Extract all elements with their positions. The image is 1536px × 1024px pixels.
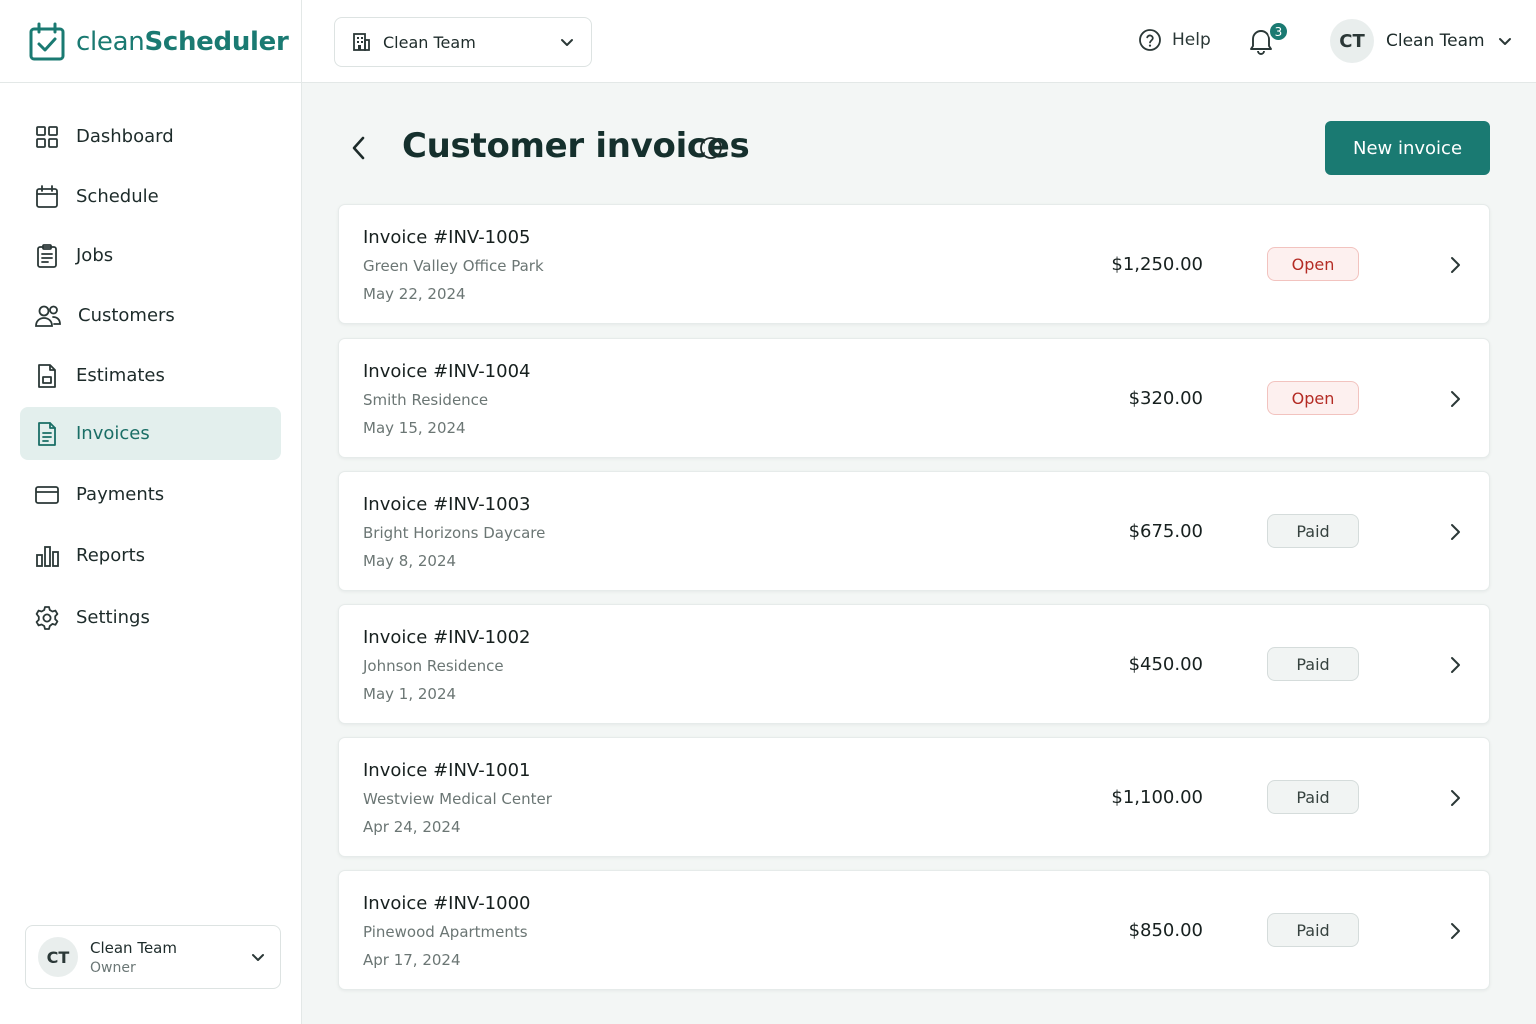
status-badge: Paid (1267, 780, 1359, 814)
invoice-customer: Westview Medical Center (363, 790, 552, 808)
invoice-card[interactable]: Invoice #INV-1002 Johnson Residence May … (338, 604, 1490, 724)
invoice-number: Invoice #INV-1003 (363, 494, 531, 515)
invoice-date: May 8, 2024 (363, 552, 457, 570)
sidebar-item-label: Reports (76, 545, 146, 566)
team-select[interactable]: Clean Team (334, 17, 592, 67)
sidebar-item-settings[interactable]: Settings (20, 591, 281, 644)
chevron-right-icon (1451, 790, 1460, 806)
sidebar-item-reports[interactable]: Reports (20, 529, 281, 582)
invoice-number: Invoice #INV-1004 (363, 361, 531, 382)
invoice-number: Invoice #INV-1002 (363, 627, 531, 648)
user-role: Owner (90, 959, 136, 976)
sidebar-item-jobs[interactable]: Jobs (20, 229, 281, 282)
invoice-amount: $675.00 (1128, 521, 1203, 542)
sidebar: Dashboard Schedule Jobs Customers Estima… (0, 83, 302, 1024)
sidebar-item-label: Dashboard (76, 126, 174, 147)
sidebar-item-label: Payments (76, 484, 165, 505)
invoice-amount: $850.00 (1128, 920, 1203, 941)
invoice-number: Invoice #INV-1000 (363, 893, 531, 914)
notification-count-badge: 3 (1268, 21, 1289, 42)
chevron-right-icon (1451, 923, 1460, 939)
sidebar-item-label: Customers (78, 305, 175, 326)
chevron-right-icon (1451, 391, 1460, 407)
profile-name: Clean Team (1386, 31, 1485, 51)
chevron-right-icon (1451, 657, 1460, 673)
status-badge: Paid (1267, 514, 1359, 548)
info-icon[interactable] (699, 136, 723, 164)
invoice-amount: $450.00 (1128, 654, 1203, 675)
notifications-button[interactable]: 3 (1248, 21, 1289, 57)
avatar: CT (38, 937, 78, 977)
building-icon (353, 33, 370, 51)
status-badge: Open (1267, 381, 1359, 415)
help-link[interactable]: Help (1138, 28, 1211, 52)
invoice-date: May 1, 2024 (363, 685, 457, 703)
invoice-card[interactable]: Invoice #INV-1004 Smith Residence May 15… (338, 338, 1490, 458)
calendar-check-icon (29, 22, 65, 60)
top-bar: cleanScheduler Clean Team Help 3 CT Clea… (0, 0, 1536, 83)
status-badge: Paid (1267, 913, 1359, 947)
invoice-date: Apr 17, 2024 (363, 951, 461, 969)
invoice-card[interactable]: Invoice #INV-1001 Westview Medical Cente… (338, 737, 1490, 857)
invoice-number: Invoice #INV-1001 (363, 760, 531, 781)
user-account-card[interactable]: CT Clean Team Owner (25, 925, 281, 989)
sidebar-item-customers[interactable]: Customers (20, 289, 281, 342)
invoice-number: Invoice #INV-1005 (363, 227, 531, 248)
card-icon (35, 485, 59, 504)
sidebar-item-label: Estimates (76, 365, 165, 386)
invoice-customer: Pinewood Apartments (363, 923, 528, 941)
invoice-date: May 22, 2024 (363, 285, 466, 303)
sidebar-item-label: Settings (76, 607, 150, 628)
back-button[interactable] (342, 130, 376, 166)
chevron-down-icon (1498, 38, 1511, 45)
user-name: Clean Team (90, 938, 177, 957)
invoice-card[interactable]: Invoice #INV-1005 Green Valley Office Pa… (338, 204, 1490, 324)
sidebar-item-payments[interactable]: Payments (20, 468, 281, 521)
chevron-left-icon (352, 136, 365, 160)
sidebar-item-invoices[interactable]: Invoices (20, 407, 281, 460)
grid-icon (36, 125, 58, 148)
status-badge: Open (1267, 247, 1359, 281)
team-select-value: Clean Team (383, 32, 476, 52)
brand-logo[interactable]: cleanScheduler (0, 0, 302, 83)
chevron-right-icon (1451, 524, 1460, 540)
invoice-customer: Bright Horizons Daycare (363, 524, 546, 542)
invoice-date: May 15, 2024 (363, 419, 466, 437)
sidebar-item-schedule[interactable]: Schedule (20, 170, 281, 223)
invoice-card[interactable]: Invoice #INV-1000 Pinewood Apartments Ap… (338, 870, 1490, 990)
gear-icon (35, 605, 59, 630)
new-invoice-button[interactable]: New invoice (1325, 121, 1490, 175)
clipboard-icon (37, 243, 57, 268)
sidebar-item-label: Invoices (76, 423, 150, 444)
invoice-customer: Green Valley Office Park (363, 257, 544, 275)
invoice-amount: $320.00 (1128, 388, 1203, 409)
users-icon (35, 305, 61, 327)
sidebar-item-label: Jobs (76, 245, 114, 266)
invoice-customer: Smith Residence (363, 391, 489, 409)
brand-name: cleanScheduler (76, 26, 289, 57)
bar-chart-icon (36, 545, 59, 567)
help-label: Help (1172, 30, 1211, 50)
document-icon (38, 363, 56, 388)
invoice-customer: Johnson Residence (363, 657, 504, 675)
invoice-icon (38, 421, 56, 446)
help-circle-icon (1139, 29, 1161, 51)
status-badge: Paid (1267, 647, 1359, 681)
chevron-down-icon (561, 39, 573, 46)
calendar-icon (36, 184, 58, 208)
profile-menu[interactable]: CT Clean Team (1330, 19, 1513, 63)
invoice-card[interactable]: Invoice #INV-1003 Bright Horizons Daycar… (338, 471, 1490, 591)
page-title: Customer invoices (402, 126, 750, 166)
sidebar-item-label: Schedule (76, 186, 159, 207)
sidebar-item-estimates[interactable]: Estimates (20, 349, 281, 402)
invoice-amount: $1,250.00 (1111, 254, 1203, 275)
invoice-date: Apr 24, 2024 (363, 818, 461, 836)
chevron-right-icon (1451, 257, 1460, 273)
sidebar-item-dashboard[interactable]: Dashboard (20, 110, 281, 163)
avatar: CT (1330, 19, 1374, 63)
invoice-amount: $1,100.00 (1111, 787, 1203, 808)
chevron-down-icon (252, 954, 264, 961)
